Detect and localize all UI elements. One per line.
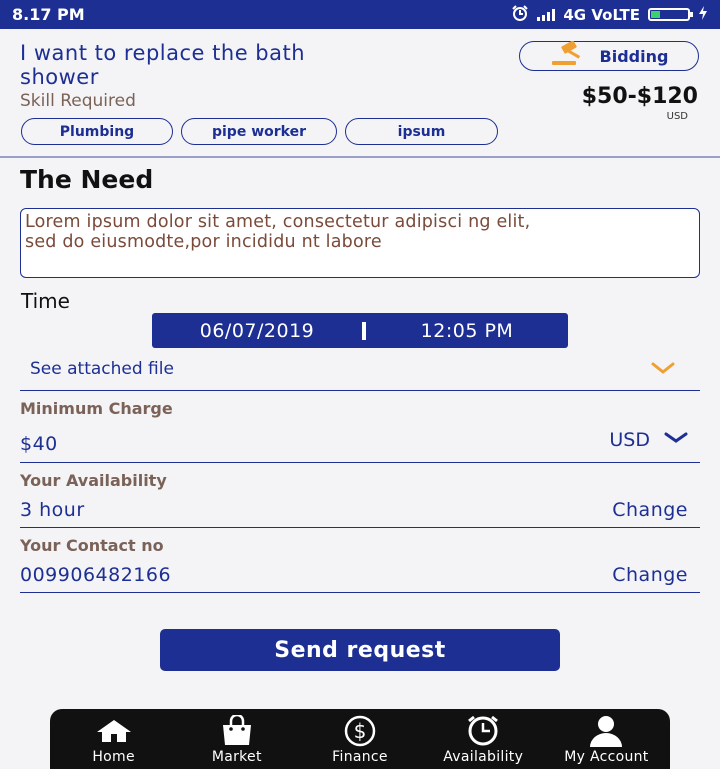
date-time-picker[interactable]: 06/07/2019 12:05 PM	[152, 313, 568, 348]
skill-chip[interactable]: ipsum	[345, 118, 498, 145]
nav-label: Availability	[443, 749, 524, 765]
dollar-icon: $	[343, 715, 377, 747]
price-currency: USD	[666, 111, 688, 122]
nav-label: Finance	[332, 749, 388, 765]
availability-field: Your Availability 3 hour Change	[20, 463, 700, 528]
nav-item-finance[interactable]: $ Finance	[298, 709, 421, 769]
battery-icon	[648, 8, 693, 21]
currency-select-value: USD	[609, 429, 650, 451]
minimum-charge-field: Minimum Charge $40 USD	[20, 391, 700, 463]
skill-chip[interactable]: pipe worker	[181, 118, 337, 145]
status-bar: 8.17 PM 4G VoLTE	[0, 0, 720, 29]
skill-chip[interactable]: Plumbing	[21, 118, 173, 145]
nav-item-my-account[interactable]: My Account	[545, 709, 668, 769]
availability-value: 3 hour	[20, 499, 85, 521]
chevron-down-icon[interactable]	[650, 358, 676, 382]
job-header: I want to replace the bath shower Skill …	[0, 29, 720, 158]
availability-label: Your Availability	[20, 471, 167, 490]
contact-field: Your Contact no 009906482166 Change	[20, 528, 700, 593]
signal-icon	[537, 8, 556, 21]
currency-select[interactable]: USD	[609, 429, 688, 451]
time-value[interactable]: 12:05 PM	[366, 320, 568, 342]
svg-text:$: $	[354, 719, 367, 743]
home-icon	[95, 715, 133, 747]
gavel-icon	[550, 40, 590, 71]
attached-file-row[interactable]: See attached file	[20, 354, 700, 391]
nav-label: Home	[92, 749, 135, 765]
availability-change-button[interactable]: Change	[612, 499, 688, 521]
attached-file-label: See attached file	[30, 359, 174, 379]
alarm-icon	[511, 4, 529, 25]
skill-chips: Plumbing pipe worker ipsum	[21, 118, 498, 145]
status-time: 8.17 PM	[12, 5, 85, 24]
bottom-navigation: Home Market $ Finance Availability My Ac…	[50, 709, 670, 769]
nav-item-home[interactable]: Home	[52, 709, 175, 769]
status-indicators: 4G VoLTE	[511, 4, 708, 25]
date-value[interactable]: 06/07/2019	[152, 320, 362, 342]
job-title: I want to replace the bath shower	[20, 41, 306, 89]
user-icon	[586, 715, 626, 747]
nav-item-availability[interactable]: Availability	[422, 709, 545, 769]
send-request-button[interactable]: Send request	[160, 629, 560, 671]
minimum-charge-label: Minimum Charge	[20, 399, 173, 418]
minimum-charge-input[interactable]: $40	[20, 433, 58, 455]
contact-value: 009906482166	[20, 564, 172, 586]
bidding-label: Bidding	[599, 46, 669, 66]
chevron-down-icon	[664, 429, 688, 451]
contact-change-button[interactable]: Change	[612, 564, 688, 586]
skill-required-label: Skill Required	[20, 91, 136, 111]
bidding-button[interactable]: Bidding	[519, 40, 699, 71]
price-range: $50-$120	[581, 84, 698, 109]
need-description: Lorem ipsum dolor sit amet, consectetur …	[20, 208, 700, 278]
shopping-bag-icon	[219, 715, 255, 747]
time-label: Time	[21, 289, 70, 313]
nav-label: Market	[211, 749, 262, 765]
network-type: 4G VoLTE	[563, 5, 640, 24]
nav-item-market[interactable]: Market	[175, 709, 298, 769]
contact-label: Your Contact no	[20, 536, 164, 555]
clock-icon	[463, 715, 503, 747]
charging-icon	[698, 5, 708, 24]
nav-label: My Account	[564, 749, 649, 765]
need-heading: The Need	[20, 165, 154, 194]
